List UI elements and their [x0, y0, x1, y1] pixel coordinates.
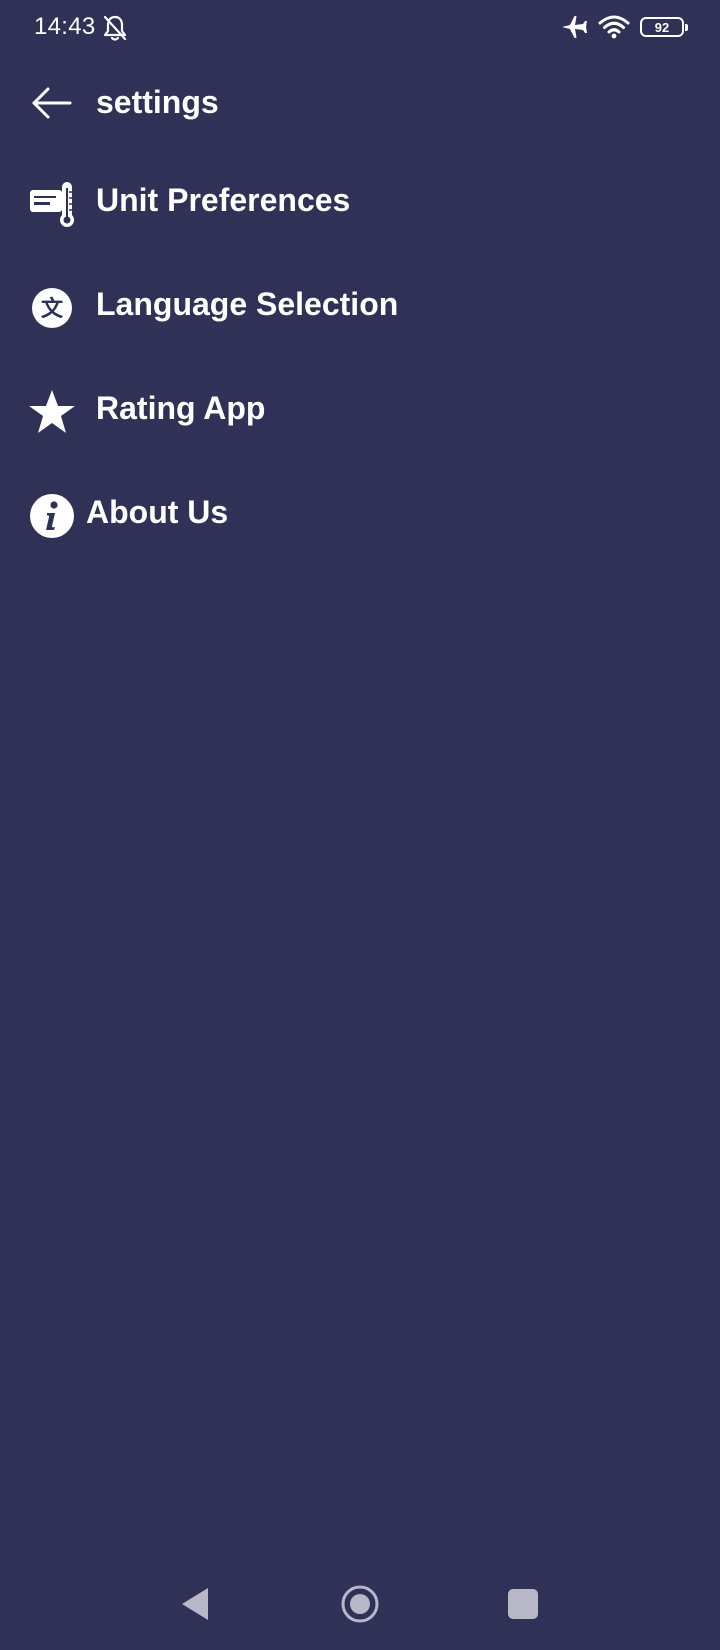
star-icon: [29, 390, 75, 433]
nav-home-icon[interactable]: [338, 1582, 382, 1626]
nav-recents-icon[interactable]: [501, 1582, 545, 1626]
back-arrow-icon[interactable]: [30, 83, 74, 123]
status-bar: 14:43 92: [0, 0, 720, 56]
system-nav-bar: [0, 1570, 720, 1650]
menu-item-label: Rating App: [96, 390, 266, 426]
menu-item-label: About Us: [86, 494, 229, 530]
nav-back-icon[interactable]: [174, 1582, 218, 1626]
wifi-icon: [598, 15, 630, 39]
airplane-icon: [562, 15, 587, 39]
menu-item-language-selection[interactable]: 文 Language Selection: [0, 254, 720, 358]
menu-item-unit-preferences[interactable]: Unit Preferences: [0, 150, 720, 254]
menu-item-label: Unit Preferences: [96, 182, 351, 218]
menu-item-about-us[interactable]: About Us: [0, 462, 720, 566]
battery-level: 92: [654, 19, 670, 35]
settings-menu: Unit Preferences 文 Language Selection Ra…: [0, 150, 720, 566]
status-icons: 92: [560, 12, 688, 42]
menu-item-rating-app[interactable]: Rating App: [0, 358, 720, 462]
info-icon: [30, 494, 74, 538]
app-bar: settings: [0, 68, 720, 138]
unit-thermometer-icon: [30, 182, 74, 227]
bell-off-icon: [103, 15, 127, 41]
svg-text:文: 文: [41, 296, 64, 322]
status-time: 14:43: [34, 13, 96, 40]
menu-item-label: Language Selection: [96, 286, 399, 322]
page-title: settings: [96, 84, 219, 120]
language-icon: 文: [32, 288, 72, 328]
battery-indicator: 92: [640, 17, 688, 37]
